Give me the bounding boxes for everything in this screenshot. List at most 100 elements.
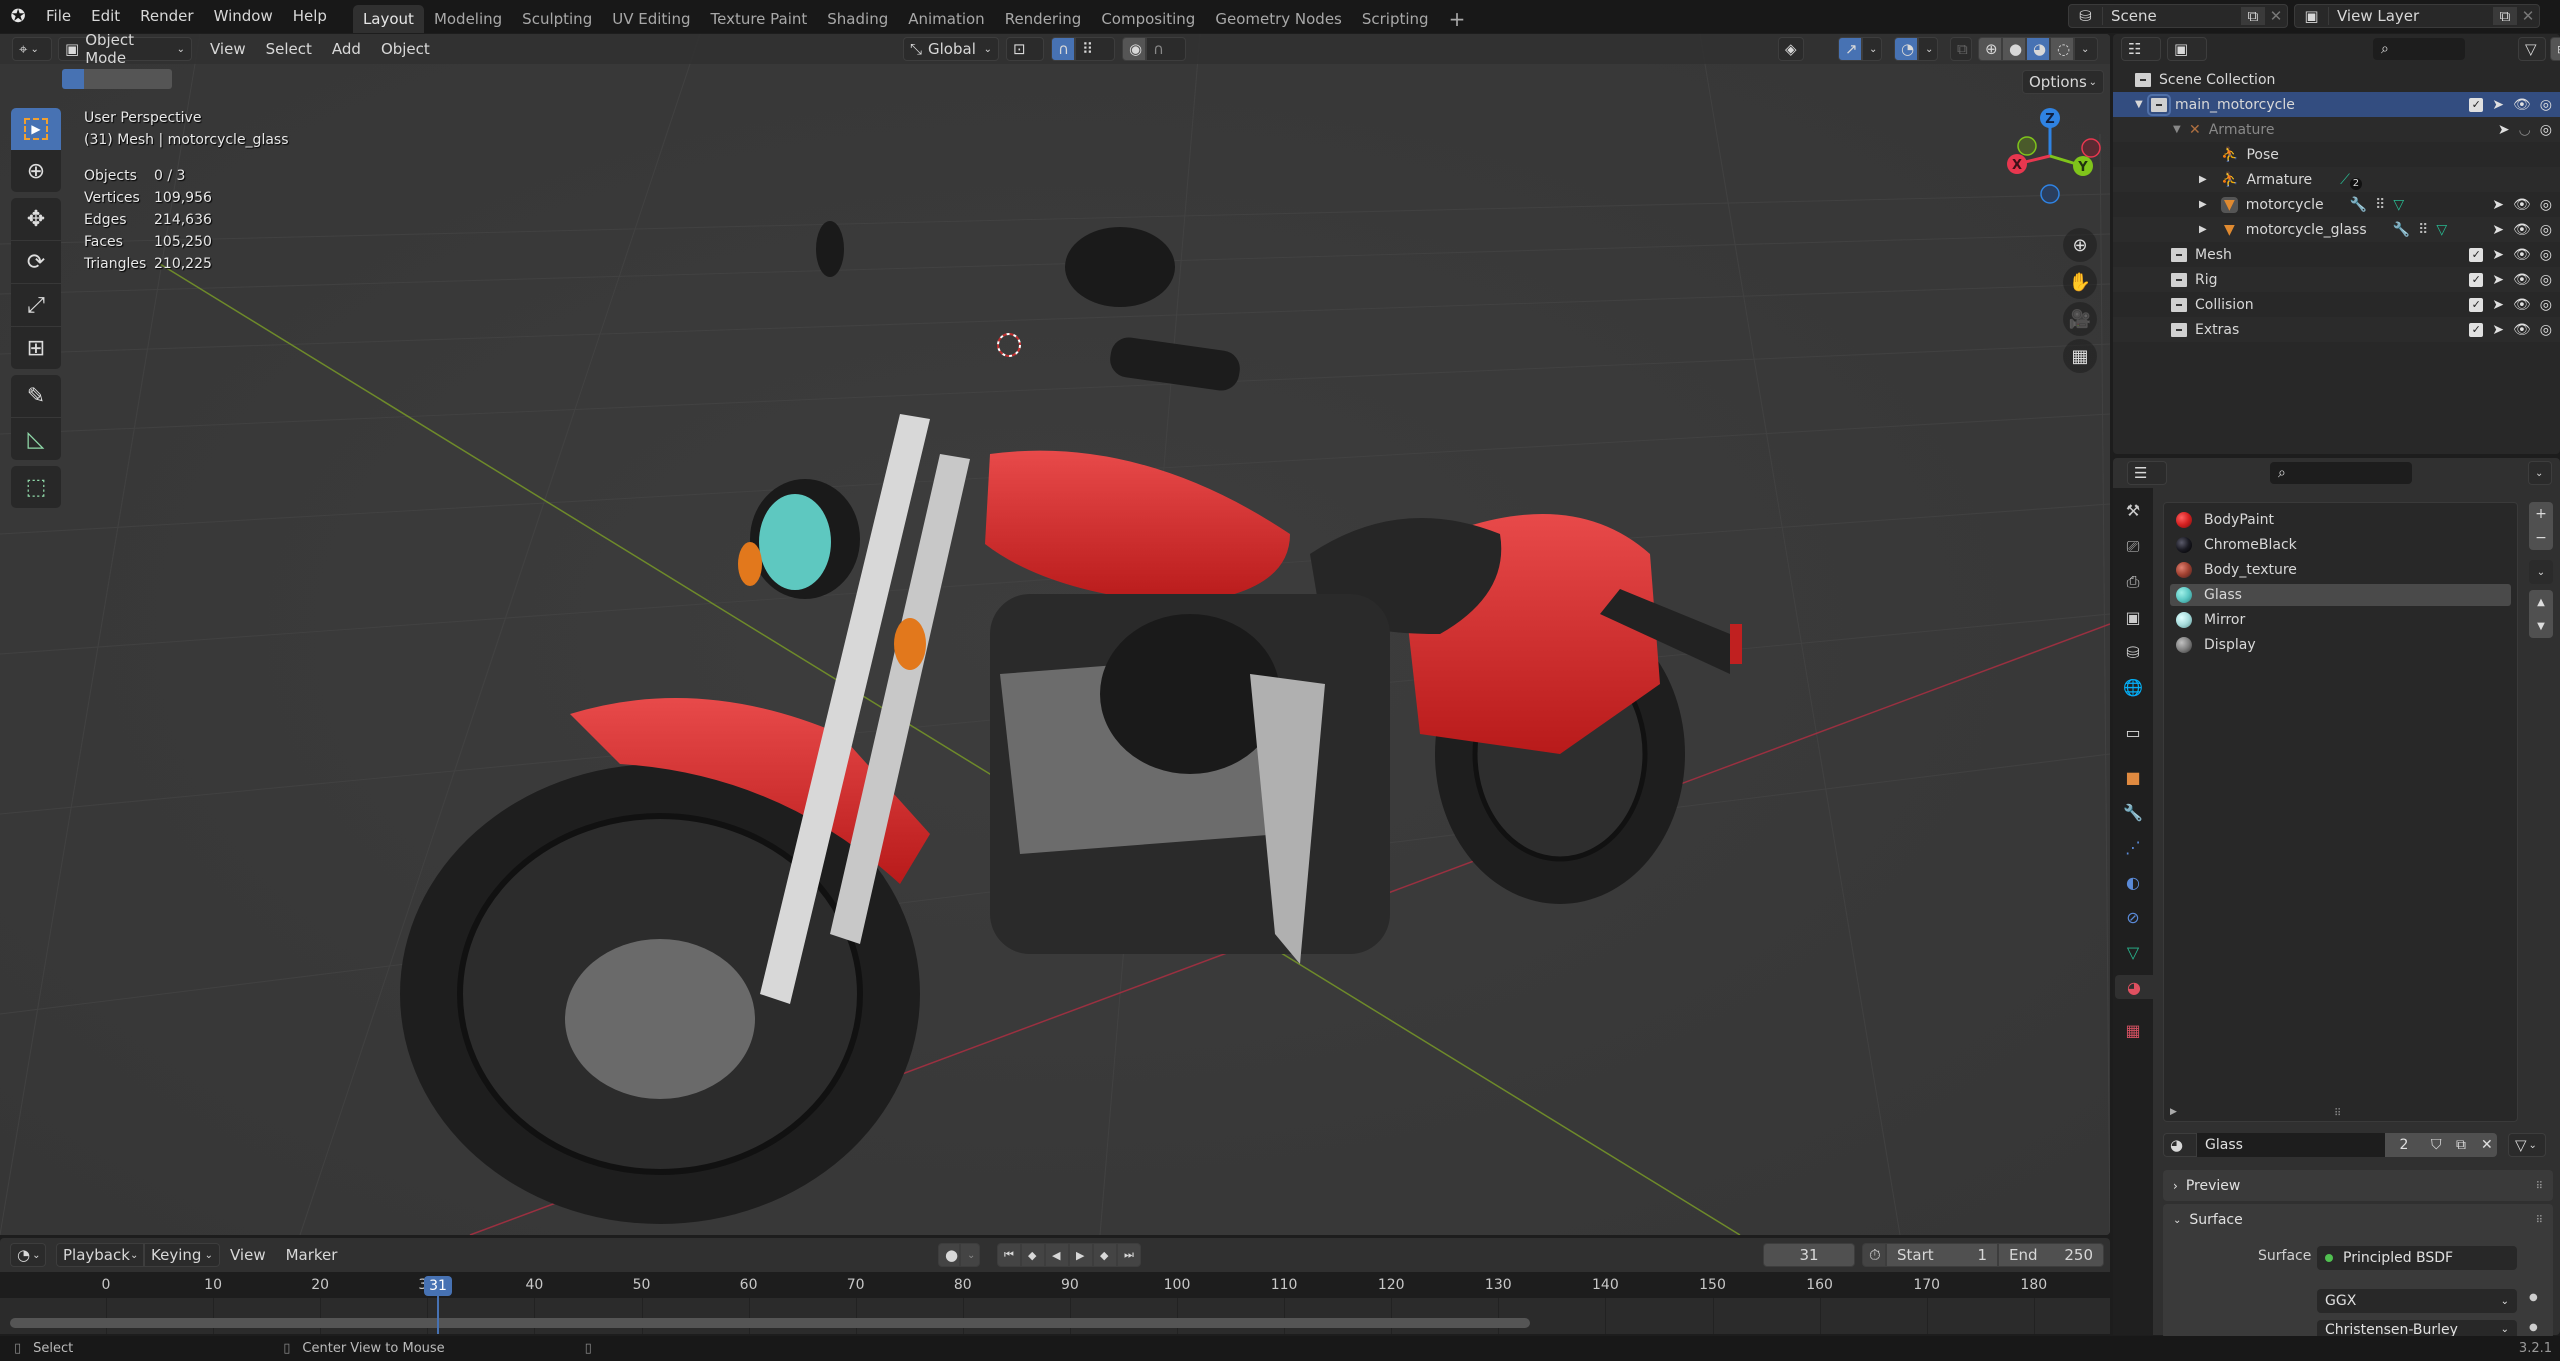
tab-object[interactable]: ■ — [2121, 765, 2145, 789]
viewport-menu-object[interactable]: Object — [371, 40, 440, 58]
material-slot[interactable]: Display — [2170, 634, 2511, 656]
outliner-row-armature-data[interactable]: ▶ ⛹ Armature ⟋ 2 — [2113, 167, 2560, 192]
menu-edit[interactable]: Edit — [81, 0, 130, 33]
exclude-checkbox[interactable]: ✓ — [2469, 272, 2484, 287]
eye-icon[interactable]: 👁 — [2513, 247, 2531, 263]
current-frame-field[interactable]: 31 — [1763, 1243, 1855, 1267]
menu-window[interactable]: Window — [204, 0, 283, 33]
outliner-search[interactable]: ⌕ — [2373, 38, 2465, 60]
xray-toggle[interactable]: ⧉ — [1950, 37, 1972, 61]
gizmo-neg-y[interactable] — [2017, 136, 2037, 156]
duplicate-material-button[interactable]: ⧉ — [2448, 1133, 2473, 1157]
list-expand-arrow-icon[interactable]: ▶ — [2170, 1107, 2177, 1117]
playhead[interactable]: 31 — [424, 1276, 452, 1296]
workspace-tab-shading[interactable]: Shading — [817, 5, 898, 33]
fake-user-button[interactable]: ⛉ — [2423, 1133, 2448, 1157]
tool-measure[interactable]: ◺ — [11, 418, 61, 460]
timeline-scrollbar[interactable] — [10, 1318, 1530, 1328]
expand-arrow-icon[interactable]: ▶ — [2199, 174, 2221, 185]
preview-range-toggle[interactable]: ⏱ — [1862, 1243, 1886, 1267]
selectable-icon[interactable]: ➤ — [2492, 222, 2504, 238]
editor-type-button[interactable]: ⌖ ⌄ — [12, 37, 52, 61]
tool-cursor[interactable]: ⊕ — [11, 150, 61, 192]
proportional-falloff-selector[interactable]: ∩ — [1146, 37, 1186, 61]
outliner-row-collision[interactable]: Collision ✓ ➤ 👁 ◎ — [2113, 292, 2560, 317]
timeline-track-area[interactable] — [0, 1298, 2110, 1334]
eye-icon[interactable]: 👁 — [2513, 297, 2531, 313]
timeline-menu-view[interactable]: View — [220, 1246, 276, 1264]
tool-annotate[interactable]: ✎ — [11, 375, 61, 417]
workspace-tab-uv-editing[interactable]: UV Editing — [602, 5, 700, 33]
workspace-tab-modeling[interactable]: Modeling — [424, 5, 512, 33]
delete-view-layer-icon[interactable]: ✕ — [2517, 7, 2539, 25]
select-mode-invert[interactable] — [128, 69, 150, 89]
eye-icon[interactable]: 👁 — [2513, 222, 2531, 238]
expand-arrow-icon[interactable]: ▼ — [2135, 99, 2151, 110]
view-layer-selector[interactable]: ▣ View Layer ⧉ ✕ — [2294, 4, 2540, 28]
tab-world[interactable]: 🌐 — [2121, 675, 2145, 699]
expand-arrow-icon[interactable]: ▼ — [2173, 124, 2189, 135]
expand-arrow-icon[interactable]: ▶ — [2199, 199, 2221, 210]
properties-options[interactable]: ⌄ — [2528, 461, 2552, 485]
delete-scene-icon[interactable]: ✕ — [2265, 7, 2287, 25]
gizmo-options[interactable]: ⌄ — [1862, 37, 1882, 61]
exclude-checkbox[interactable]: ✓ — [2469, 322, 2484, 337]
select-mode-intersect[interactable] — [150, 69, 172, 89]
transform-orientation-selector[interactable]: ⤡ Global ⌄ — [903, 37, 999, 61]
pan-button[interactable]: ✋ — [2063, 265, 2097, 299]
gizmo-neg-x[interactable] — [2081, 138, 2101, 158]
render-camera-icon[interactable]: ◎ — [2540, 272, 2552, 288]
scene-name[interactable]: Scene — [2103, 7, 2241, 25]
tool-select-box[interactable]: ▶ — [11, 108, 61, 150]
keyframe-dot-icon[interactable]: ● — [2529, 1292, 2538, 1303]
selectable-icon[interactable]: ➤ — [2492, 197, 2504, 213]
shading-rendered[interactable]: ◌ — [2050, 37, 2074, 61]
new-view-layer-icon[interactable]: ⧉ — [2493, 7, 2517, 25]
outliner-scene-collection[interactable]: Scene Collection — [2113, 67, 2560, 92]
outliner-filter[interactable]: ▽ — [2518, 37, 2546, 61]
keyframe-dot-icon[interactable]: ● — [2529, 1322, 2538, 1333]
new-collection-button[interactable]: ⊞ — [2550, 37, 2560, 61]
link-mode-selector[interactable]: ▽ ⌄ — [2508, 1133, 2546, 1157]
list-resize-handle[interactable]: ⠿ — [2334, 1108, 2341, 1119]
material-slot[interactable]: Mirror — [2170, 609, 2511, 631]
distribution-selector[interactable]: GGX ⌄ — [2317, 1289, 2517, 1313]
render-camera-icon[interactable]: ◎ — [2540, 122, 2552, 138]
move-slot-down-button[interactable]: ▼ — [2529, 614, 2553, 638]
material-slot[interactable]: ChromeBlack — [2170, 534, 2511, 556]
playback-menu[interactable]: Playback ⌄ — [56, 1243, 144, 1267]
shading-wireframe[interactable]: ⊕ — [1978, 37, 2002, 61]
workspace-tab-animation[interactable]: Animation — [898, 5, 994, 33]
tab-physics[interactable]: ◐ — [2121, 870, 2145, 894]
eye-hidden-icon[interactable]: ◡ — [2519, 122, 2531, 138]
shading-solid[interactable]: ● — [2002, 37, 2026, 61]
camera-view-button[interactable]: 🎥 — [2063, 302, 2097, 336]
workspace-tab-texture-paint[interactable]: Texture Paint — [700, 5, 817, 33]
menu-file[interactable]: File — [36, 0, 81, 33]
next-keyframe-button[interactable]: ◆ — [1093, 1243, 1117, 1267]
exclude-checkbox[interactable]: ✓ — [2469, 247, 2484, 262]
preview-panel[interactable]: › Preview ⠿ — [2163, 1170, 2553, 1201]
3d-viewport[interactable]: ⌖ ⌄ ▣ Object Mode ⌄ View Select Add Objec… — [0, 34, 2110, 1235]
scene-selector[interactable]: ⛁ Scene ⧉ ✕ — [2068, 4, 2288, 28]
workspace-tab-layout[interactable]: Layout — [352, 5, 424, 33]
perspective-toggle-button[interactable]: ▦ — [2063, 339, 2097, 373]
drag-handle-icon[interactable]: ⠿ — [2536, 1181, 2543, 1192]
render-camera-icon[interactable]: ◎ — [2540, 297, 2552, 313]
tab-texture[interactable]: ▦ — [2121, 1018, 2145, 1042]
viewport-menu-view[interactable]: View — [200, 40, 256, 58]
exclude-checkbox[interactable]: ✓ — [2469, 97, 2484, 112]
tab-data[interactable]: ▽ — [2121, 940, 2145, 964]
selectable-icon[interactable]: ➤ — [2492, 97, 2504, 113]
render-camera-icon[interactable]: ◎ — [2540, 247, 2552, 263]
move-slot-up-button[interactable]: ▲ — [2529, 590, 2553, 614]
view-layer-name[interactable]: View Layer — [2329, 7, 2493, 25]
play-reverse-button[interactable]: ◀ — [1045, 1243, 1069, 1267]
menu-help[interactable]: Help — [283, 0, 337, 33]
drag-handle-icon[interactable]: ⠿ — [2536, 1215, 2543, 1226]
tool-rotate[interactable]: ⟳ — [11, 241, 61, 283]
tab-particles[interactable]: ⋰ — [2121, 835, 2145, 859]
render-camera-icon[interactable]: ◎ — [2540, 322, 2552, 338]
tab-tool[interactable]: ⚒ — [2121, 498, 2145, 522]
proportional-editing-toggle[interactable]: ◉ — [1122, 37, 1146, 61]
